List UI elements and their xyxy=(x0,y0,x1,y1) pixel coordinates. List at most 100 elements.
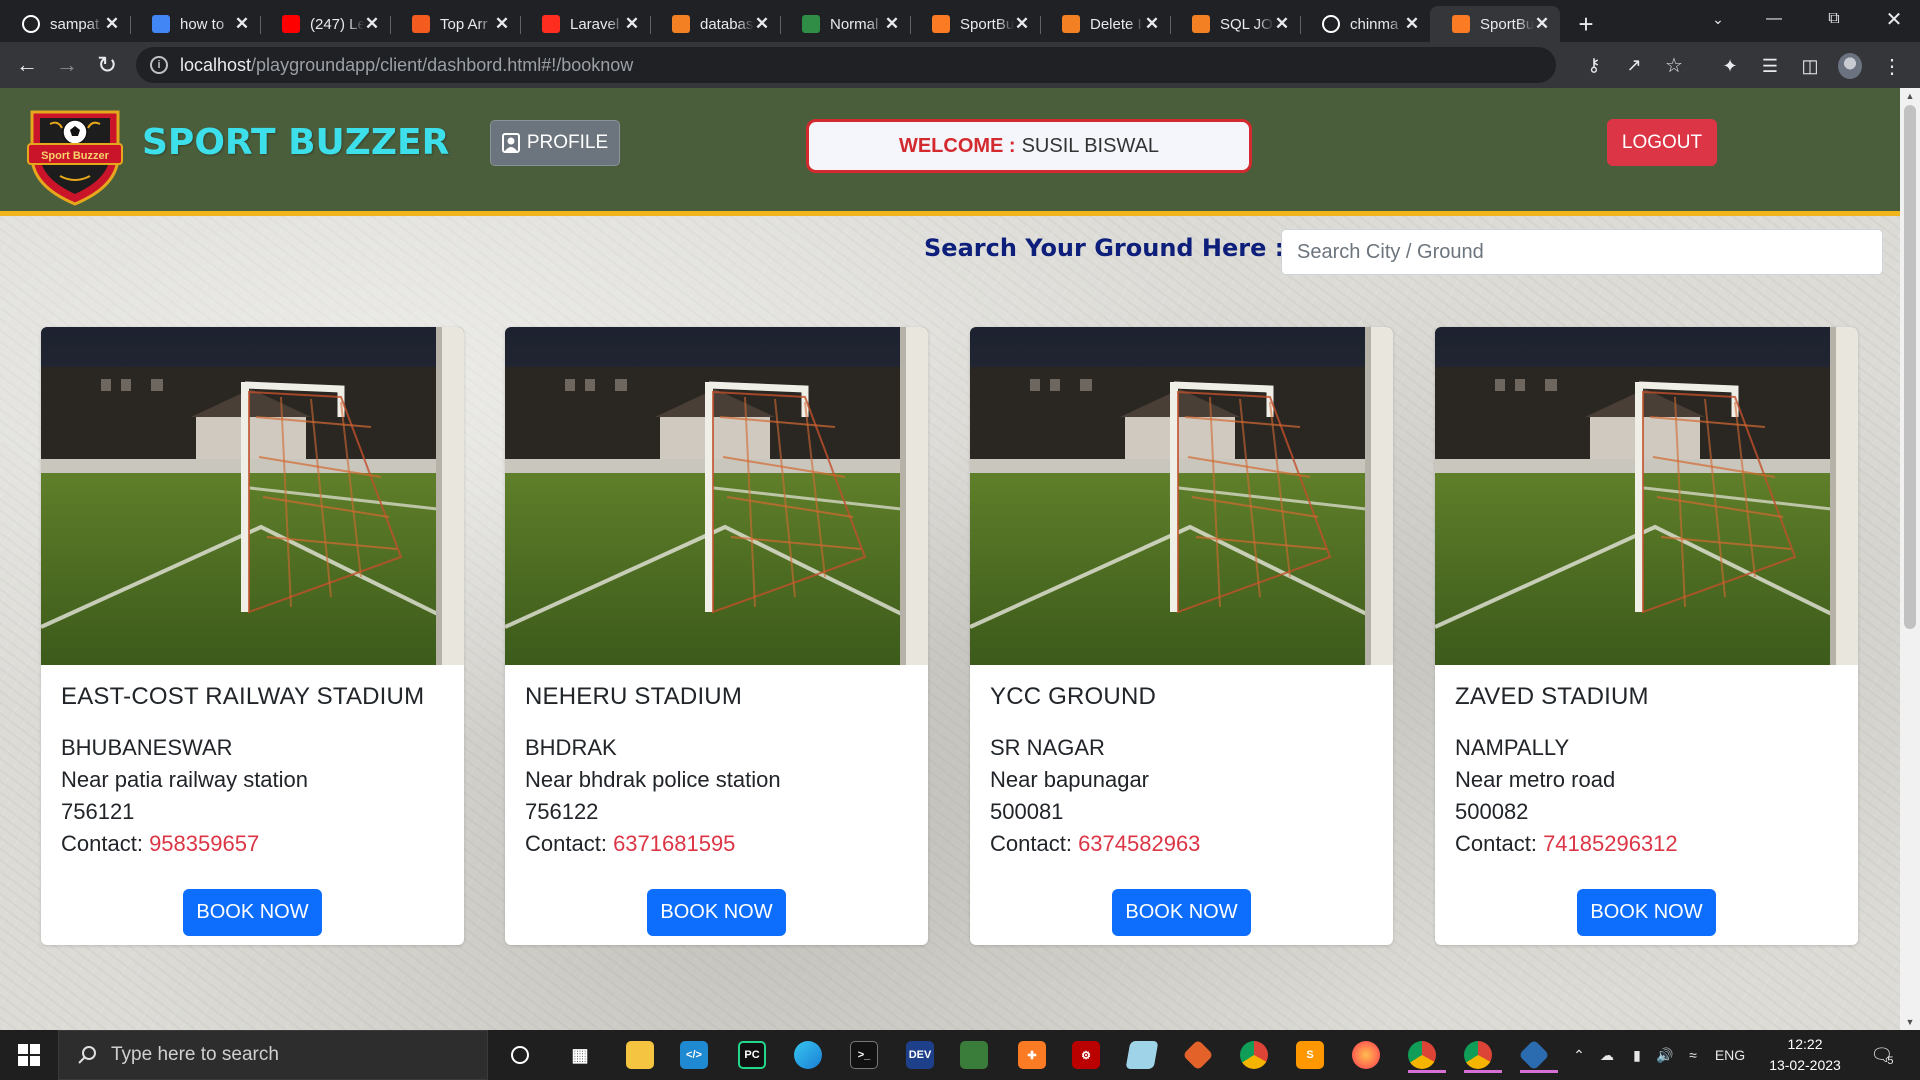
git-kraken-icon[interactable] xyxy=(1180,1037,1216,1073)
browser-tab[interactable]: databas ✕ xyxy=(650,6,780,42)
restore-button[interactable]: ⧉ xyxy=(1806,0,1862,38)
browser-tab[interactable]: sampat ✕ xyxy=(0,6,130,42)
ground-city: BHDRAK xyxy=(525,735,617,760)
browser-tab[interactable]: SportBu ✕ xyxy=(1430,6,1560,42)
chrome-icon[interactable] xyxy=(1236,1037,1272,1073)
book-now-button[interactable]: BOOK NOW xyxy=(1112,889,1251,936)
windows-start-button[interactable] xyxy=(0,1030,58,1080)
tab-close-icon[interactable]: ✕ xyxy=(1144,14,1160,34)
edge-icon[interactable] xyxy=(790,1037,826,1073)
chrome-active-icon[interactable] xyxy=(1404,1037,1446,1073)
key-icon[interactable]: ⚷ xyxy=(1582,53,1606,77)
bookmark-star-icon[interactable]: ☆ xyxy=(1662,53,1686,77)
book-now-button[interactable]: BOOK NOW xyxy=(1577,889,1716,936)
notepad-icon[interactable] xyxy=(956,1037,992,1073)
chrome-profile-icon[interactable] xyxy=(1460,1037,1502,1073)
profile-avatar[interactable] xyxy=(1838,53,1862,79)
pycharm-icon[interactable]: PC xyxy=(734,1037,770,1073)
browser-tab[interactable]: Delete I ✕ xyxy=(1040,6,1170,42)
tab-close-icon[interactable]: ✕ xyxy=(1404,14,1420,34)
ground-photo xyxy=(970,327,1393,665)
terminal-icon[interactable]: >_ xyxy=(846,1037,882,1073)
ground-contact: Contact: 958359657 xyxy=(61,831,450,857)
xampp-icon[interactable]: ✚ xyxy=(1014,1037,1050,1073)
tray-chevron-icon[interactable]: ⌃ xyxy=(1568,1030,1590,1080)
git-gui-icon[interactable] xyxy=(1516,1037,1558,1073)
sticky-notes-icon[interactable] xyxy=(1124,1037,1160,1073)
xampp-icon xyxy=(1452,15,1470,33)
logout-button[interactable]: LOGOUT xyxy=(1607,119,1717,166)
ground-landmark: Near bapunagar xyxy=(990,767,1150,792)
share-icon[interactable]: ↗ xyxy=(1622,53,1646,77)
tab-close-icon[interactable]: ✕ xyxy=(104,14,120,34)
contact-number: 6371681595 xyxy=(613,831,736,856)
scroll-down-arrow-icon[interactable]: ▼ xyxy=(1900,1014,1920,1030)
cortana-circle-icon[interactable] xyxy=(502,1037,538,1073)
tab-title: SportBu xyxy=(1480,15,1534,33)
url-path: /playgroundapp/client/dashbord.html#!/bo… xyxy=(251,54,634,75)
sublime-icon[interactable]: S xyxy=(1292,1037,1328,1073)
address-bar[interactable]: i localhost/playgroundapp/client/dashbor… xyxy=(136,47,1683,83)
language-indicator[interactable]: ENG xyxy=(1710,1030,1750,1080)
volume-icon[interactable]: 🔊 xyxy=(1652,1030,1678,1080)
browser-tab[interactable]: SQL JO ✕ xyxy=(1170,6,1300,42)
tab-title: Delete I xyxy=(1090,15,1142,33)
onedrive-icon[interactable]: ☁ xyxy=(1594,1030,1620,1080)
book-now-button[interactable]: BOOK NOW xyxy=(183,889,322,936)
search-label: Search Your Ground Here : xyxy=(924,234,1285,262)
browser-tab[interactable]: chinma ✕ xyxy=(1300,6,1430,42)
extensions-puzzle-icon[interactable]: ✦ xyxy=(1718,54,1742,78)
notification-count: 5 xyxy=(1887,1055,1894,1067)
task-view-icon[interactable]: ▦ xyxy=(562,1037,598,1073)
battery-icon[interactable]: ▮ xyxy=(1624,1030,1650,1080)
wifi-icon[interactable]: ≈ xyxy=(1680,1030,1706,1080)
tab-search-chevron-icon[interactable]: ⌄ xyxy=(1700,4,1736,34)
page-scrollbar[interactable]: ▲ ▼ xyxy=(1900,88,1920,1030)
taskbar-search-placeholder: Type here to search xyxy=(111,1044,279,1065)
forward-arrow-icon[interactable]: → xyxy=(52,50,82,80)
site-info-icon[interactable]: i xyxy=(150,56,168,74)
tab-close-icon[interactable]: ✕ xyxy=(754,14,770,34)
tab-close-icon[interactable]: ✕ xyxy=(884,14,900,34)
tab-close-icon[interactable]: ✕ xyxy=(1534,14,1550,34)
devc-icon[interactable]: DEV xyxy=(902,1037,938,1073)
firefox-icon[interactable] xyxy=(1348,1037,1384,1073)
close-window-button[interactable]: ✕ xyxy=(1866,0,1920,38)
profile-button[interactable]: PROFILE xyxy=(490,120,620,166)
browser-tab[interactable]: SportBu ✕ xyxy=(910,6,1040,42)
minimize-button[interactable]: — xyxy=(1746,0,1802,38)
tab-close-icon[interactable]: ✕ xyxy=(1274,14,1290,34)
browser-tab[interactable]: Laravel ✕ xyxy=(520,6,650,42)
ground-pincode: 756122 xyxy=(525,799,599,824)
scroll-up-arrow-icon[interactable]: ▲ xyxy=(1900,88,1920,104)
contact-label: Contact: xyxy=(990,831,1072,856)
ground-photo xyxy=(505,327,928,665)
browser-menu-icon[interactable]: ⋮ xyxy=(1880,54,1904,78)
reload-icon[interactable]: ↻ xyxy=(92,50,122,80)
side-panel-icon[interactable]: ◫ xyxy=(1798,54,1822,78)
tab-close-icon[interactable]: ✕ xyxy=(1014,14,1030,34)
tab-close-icon[interactable]: ✕ xyxy=(364,14,380,34)
vscode-icon[interactable]: </> xyxy=(676,1037,712,1073)
file-explorer-icon[interactable] xyxy=(622,1037,658,1073)
taskbar-clock[interactable]: 12:22 13-02-2023 xyxy=(1760,1034,1850,1076)
tab-close-icon[interactable]: ✕ xyxy=(624,14,640,34)
new-tab-button[interactable]: + xyxy=(1566,6,1606,42)
scroll-thumb[interactable] xyxy=(1904,105,1916,629)
ground-contact: Contact: 6371681595 xyxy=(525,831,914,857)
ground-card: EAST-COST RAILWAY STADIUM BHUBANESWAR Ne… xyxy=(41,327,464,945)
taskbar-search-box[interactable]: Type here to search xyxy=(58,1030,488,1080)
media-controls-icon[interactable]: ☰ xyxy=(1758,54,1782,78)
book-now-button[interactable]: BOOK NOW xyxy=(647,889,786,936)
notifications-button[interactable]: 🗨 5 xyxy=(1862,1030,1902,1080)
tab-close-icon[interactable]: ✕ xyxy=(494,14,510,34)
back-arrow-icon[interactable]: ← xyxy=(12,50,42,80)
ground-search-input[interactable] xyxy=(1281,229,1883,275)
tab-title: Top Arr xyxy=(440,15,488,33)
browser-tab[interactable]: Normal ✕ xyxy=(780,6,910,42)
browser-tab[interactable]: how to ✕ xyxy=(130,6,260,42)
browser-tab[interactable]: (247) Le ✕ xyxy=(260,6,390,42)
tab-close-icon[interactable]: ✕ xyxy=(234,14,250,34)
app-red-icon[interactable]: ⚙ xyxy=(1068,1037,1104,1073)
browser-tab[interactable]: Top Arr ✕ xyxy=(390,6,520,42)
